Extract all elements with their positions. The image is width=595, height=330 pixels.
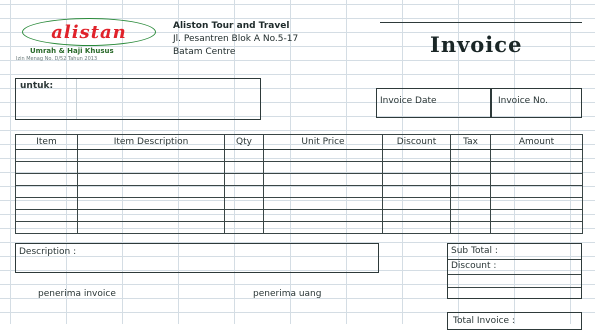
discount-label: Discount : xyxy=(451,261,497,271)
page-title: Invoice xyxy=(430,32,523,57)
signature-receiver-money: penerima uang xyxy=(253,289,322,299)
table-cell[interactable] xyxy=(15,209,78,222)
table-cell[interactable] xyxy=(490,185,583,198)
table-cell[interactable] xyxy=(263,149,383,162)
table-cell[interactable] xyxy=(15,161,78,174)
invoice-meta-box: Invoice Date Invoice No. xyxy=(376,88,582,118)
meta-divider xyxy=(490,89,492,117)
table-cell[interactable] xyxy=(77,173,225,186)
table-cell[interactable] xyxy=(77,197,225,210)
table-cell[interactable] xyxy=(224,161,264,174)
company-address-line2: Batam Centre xyxy=(173,47,236,57)
totals-divider-1 xyxy=(448,259,581,260)
totals-box: Sub Total : Discount : xyxy=(447,243,582,299)
column-header-unit-price: Unit Price xyxy=(263,134,383,150)
company-info: Aliston Tour and Travel Jl. Pesantren Bl… xyxy=(173,20,298,59)
table-cell[interactable] xyxy=(224,197,264,210)
table-cell[interactable] xyxy=(224,173,264,186)
total-invoice-box: Total Invoice : xyxy=(447,312,582,330)
table-cell[interactable] xyxy=(450,161,491,174)
table-row xyxy=(15,209,583,222)
table-row xyxy=(15,161,583,174)
table-cell[interactable] xyxy=(263,221,383,234)
table-cell[interactable] xyxy=(450,173,491,186)
table-cell[interactable] xyxy=(15,221,78,234)
signature-receiver-invoice: penerima invoice xyxy=(38,289,116,299)
invoice-date-label: Invoice Date xyxy=(380,96,437,106)
logo-oval: alistan xyxy=(22,18,156,46)
table-cell[interactable] xyxy=(490,197,583,210)
logo-wordmark: alistan xyxy=(51,21,127,43)
subtotal-label: Sub Total : xyxy=(451,246,498,256)
title-box: Invoice xyxy=(380,22,582,67)
recipient-label: untuk: xyxy=(20,81,54,91)
logo-tagline: Umrah & Haji Khusus xyxy=(30,47,114,55)
table-cell[interactable] xyxy=(490,221,583,234)
logo-license: Izin Menag No. D/52 Tahun 2013 xyxy=(16,56,98,62)
table-cell[interactable] xyxy=(450,185,491,198)
table-cell[interactable] xyxy=(15,149,78,162)
table-cell[interactable] xyxy=(263,209,383,222)
table-cell[interactable] xyxy=(382,149,451,162)
table-cell[interactable] xyxy=(77,185,225,198)
table-cell[interactable] xyxy=(382,185,451,198)
table-row xyxy=(15,197,583,210)
table-cell[interactable] xyxy=(263,185,383,198)
company-address-line1: Jl. Pesantren Blok A No.5-17 xyxy=(173,34,299,44)
table-row xyxy=(15,221,583,234)
table-cell[interactable] xyxy=(490,161,583,174)
table-cell[interactable] xyxy=(15,173,78,186)
table-cell[interactable] xyxy=(263,197,383,210)
table-cell[interactable] xyxy=(263,173,383,186)
table-cell[interactable] xyxy=(224,221,264,234)
table-cell[interactable] xyxy=(382,221,451,234)
table-cell[interactable] xyxy=(77,161,225,174)
table-cell[interactable] xyxy=(490,209,583,222)
items-table-header: Item Item Description Qty Unit Price Dis… xyxy=(15,134,583,150)
table-cell[interactable] xyxy=(382,173,451,186)
company-name: Aliston Tour and Travel xyxy=(173,21,290,31)
table-cell[interactable] xyxy=(490,149,583,162)
table-cell[interactable] xyxy=(15,197,78,210)
table-cell[interactable] xyxy=(224,209,264,222)
table-cell[interactable] xyxy=(382,197,451,210)
column-header-description: Item Description xyxy=(77,134,225,150)
items-table: Item Item Description Qty Unit Price Dis… xyxy=(15,134,583,234)
column-header-discount: Discount xyxy=(382,134,451,150)
description-box[interactable]: Description : xyxy=(15,243,379,273)
table-row xyxy=(15,173,583,186)
table-cell[interactable] xyxy=(77,149,225,162)
table-cell[interactable] xyxy=(77,209,225,222)
column-header-qty: Qty xyxy=(224,134,264,150)
table-cell[interactable] xyxy=(263,161,383,174)
table-row xyxy=(15,185,583,198)
table-row xyxy=(15,149,583,162)
table-cell[interactable] xyxy=(450,149,491,162)
description-label: Description : xyxy=(19,247,77,257)
table-cell[interactable] xyxy=(224,185,264,198)
totals-divider-2 xyxy=(448,274,581,275)
totals-divider-3 xyxy=(448,287,581,288)
table-cell[interactable] xyxy=(490,173,583,186)
table-cell[interactable] xyxy=(450,209,491,222)
table-cell[interactable] xyxy=(77,221,225,234)
table-cell[interactable] xyxy=(450,221,491,234)
table-cell[interactable] xyxy=(224,149,264,162)
table-cell[interactable] xyxy=(15,185,78,198)
recipient-box[interactable]: untuk: xyxy=(15,78,261,120)
column-header-amount: Amount xyxy=(490,134,583,150)
column-header-item: Item xyxy=(15,134,78,150)
column-header-tax: Tax xyxy=(450,134,491,150)
table-cell[interactable] xyxy=(382,209,451,222)
table-cell[interactable] xyxy=(450,197,491,210)
recipient-divider xyxy=(76,79,77,119)
invoice-number-label: Invoice No. xyxy=(498,96,548,106)
total-invoice-label: Total Invoice : xyxy=(453,316,515,326)
table-cell[interactable] xyxy=(382,161,451,174)
